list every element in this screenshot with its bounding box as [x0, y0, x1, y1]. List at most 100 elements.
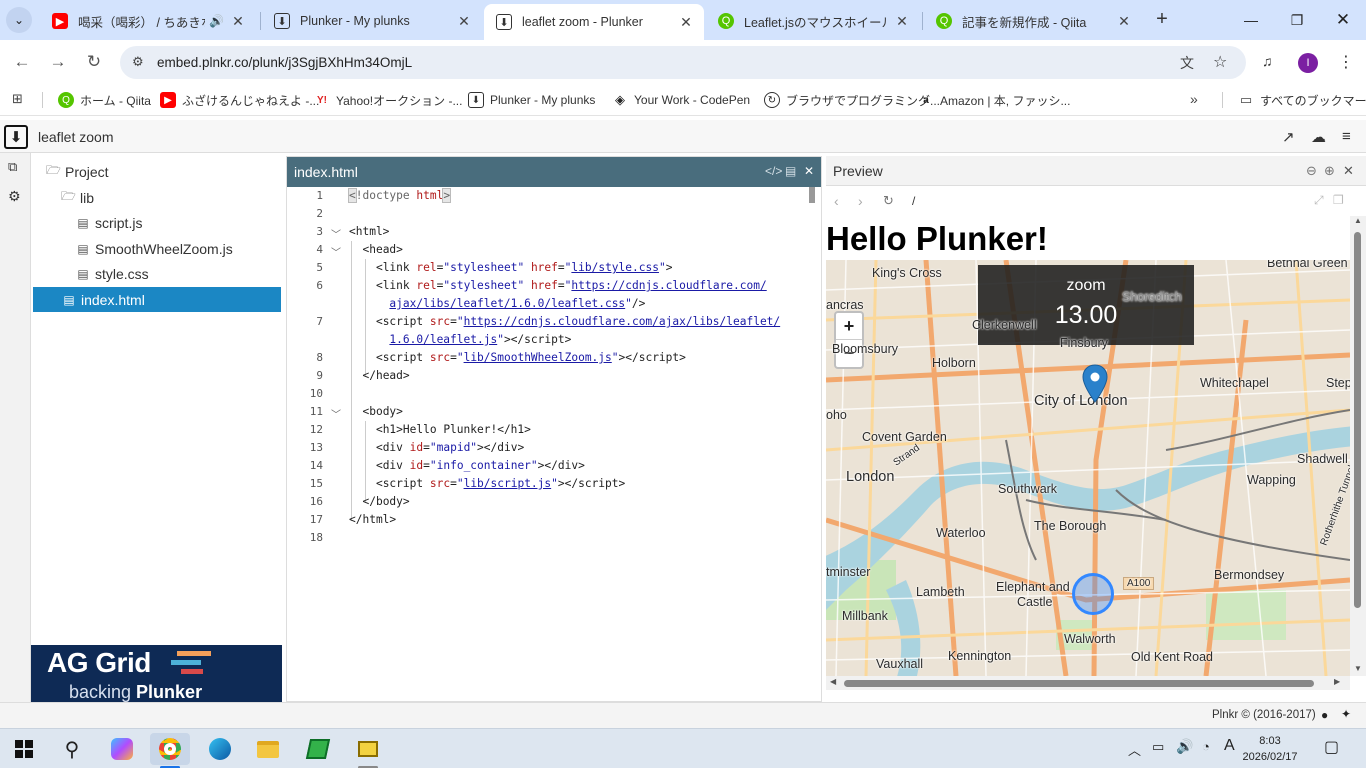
twitter-icon[interactable]: ✦ [1341, 707, 1351, 721]
editor-scrollbar[interactable] [809, 187, 817, 701]
chevron-up-icon[interactable]: ︿ [1128, 740, 1141, 759]
bookmark-yahoo[interactable]: Y! Yahoo!オークション -... [314, 90, 462, 110]
preview-vertical-scrollbar[interactable]: ▲ ▼ [1350, 216, 1366, 676]
tab-my-plunks[interactable]: ⬇ Plunker - My plunks ✕ [262, 6, 482, 36]
scroll-left-icon[interactable]: ◀ [830, 677, 836, 686]
close-window-button[interactable]: ✕ [1320, 0, 1366, 40]
copilot-icon[interactable] [102, 733, 142, 765]
bookmark-youtube[interactable]: ▶ ふざけるんじゃねえよ -... [160, 90, 319, 110]
scroll-down-icon[interactable]: ▼ [1354, 664, 1362, 673]
notebook-app-icon[interactable] [298, 733, 338, 765]
back-button[interactable]: ← [10, 50, 34, 74]
translate-icon[interactable]: 文 [1180, 53, 1194, 73]
tab-qiita-new[interactable]: Q 記事を新規作成 - Qiita ✕ [924, 6, 1142, 36]
preview-path[interactable]: / [912, 194, 915, 208]
expand-icon[interactable]: ⤢ [1314, 193, 1324, 208]
scrollbar-thumb[interactable] [809, 187, 815, 203]
clock[interactable]: 8:03 2026/02/17 [1240, 733, 1300, 765]
reload-button[interactable]: ↻ [82, 50, 106, 74]
ime-indicator-icon[interactable]: A [1224, 737, 1235, 755]
bookmark-paiza[interactable]: ↻ ブラウザでプログラミング... [764, 90, 940, 110]
speaker-icon[interactable]: 🔊 [209, 14, 224, 28]
plunker-logo-icon[interactable]: ⬇ [4, 125, 28, 149]
site-info-icon[interactable]: ⚙ [132, 54, 144, 70]
paint-app-icon[interactable] [348, 733, 388, 765]
code-icon[interactable]: </> [765, 164, 782, 178]
close-icon[interactable]: ✕ [804, 164, 814, 178]
leaflet-map[interactable]: zoom 13.00 + − King's Cross Bethnal Gree… [826, 260, 1350, 676]
chrome-icon[interactable] [150, 733, 190, 765]
book-icon[interactable]: ▤ [785, 164, 796, 178]
zoom-in-button[interactable]: + [836, 313, 862, 340]
forward-icon[interactable]: › [858, 193, 863, 209]
new-tab-button[interactable]: + [1150, 8, 1174, 32]
github-icon[interactable]: ● [1321, 708, 1328, 722]
map-circle[interactable] [1072, 573, 1114, 615]
url-text[interactable]: embed.plnkr.co/plunk/j3SgjBXhHm34OmjL [157, 55, 412, 70]
all-bookmarks[interactable]: ▭ すべてのブックマーク [1238, 90, 1366, 110]
close-icon[interactable]: ✕ [894, 13, 910, 30]
tree-folder-lib[interactable]: 🗁 lib [61, 185, 276, 210]
battery-icon[interactable]: ▭ [1152, 739, 1164, 755]
avatar[interactable]: I [1298, 53, 1318, 73]
code-line: <h1>Hello Plunker!</h1> [375, 423, 531, 436]
preview-horizontal-scrollbar[interactable]: ◀ ▶ [826, 676, 1350, 690]
code-area[interactable]: 1 2 3 4 5 6 7 8 9 10 11 12 13 14 15 16 17 18 ﹀ ﹀ ﹀ <!doct… [287, 187, 821, 701]
tree-folder-project[interactable]: 🗁 Project [46, 159, 276, 184]
open-external-icon[interactable]: ↗ [1282, 128, 1295, 146]
tab-leaflet-zoom[interactable]: ⬇ leaflet zoom - Plunker ✕ [484, 4, 704, 40]
restore-button[interactable]: ❐ [1274, 0, 1320, 40]
volume-icon[interactable]: 🔊 [1176, 738, 1193, 755]
clock-date: 2026/02/17 [1242, 751, 1298, 763]
bookmark-qiita-home[interactable]: Q ホーム - Qiita [58, 90, 151, 110]
more-bookmarks-icon[interactable]: » [1190, 91, 1198, 107]
ag-grid-ad[interactable]: AG Grid backing Plunker [31, 645, 282, 702]
fold-arrow-icon[interactable]: ﹀ [331, 244, 341, 259]
close-icon[interactable]: ✕ [678, 14, 694, 31]
settings-gear-icon[interactable]: ⚙ [8, 188, 21, 205]
scroll-up-icon[interactable]: ▲ [1354, 216, 1362, 225]
menu-icon[interactable]: ⋮ [1338, 52, 1354, 72]
bookmark-plunker[interactable]: ⬇ Plunker - My plunks [468, 90, 595, 110]
minimize-button[interactable]: — [1228, 0, 1274, 40]
star-icon[interactable]: ☆ [1213, 52, 1227, 72]
media-control-icon[interactable]: ♫ [1262, 53, 1273, 69]
file-explorer-icon[interactable] [248, 733, 288, 765]
zoom-in-icon[interactable]: ⊕ [1324, 163, 1335, 179]
tree-file-index-html[interactable]: ▤ index.html [33, 287, 281, 312]
notification-icon[interactable]: ▢ [1324, 737, 1339, 757]
popout-icon[interactable]: ❐ [1333, 193, 1344, 207]
tab-youtube[interactable]: ▶ 喝采（喝彩） / ちあきなお 🔊 ✕ [40, 6, 256, 36]
scrollbar-thumb[interactable] [1354, 232, 1361, 608]
tab-leaflet-qiita[interactable]: Q Leaflet.jsのマウスホイールZoom ✕ [706, 6, 920, 36]
tree-file-script-js[interactable]: ▤ script.js [76, 210, 276, 235]
scroll-right-icon[interactable]: ▶ [1334, 677, 1340, 686]
fold-arrow-icon[interactable]: ﹀ [331, 226, 341, 241]
preview-header: Preview ⊖ ⊕ ✕ [826, 156, 1366, 186]
zoom-out-icon[interactable]: ⊖ [1306, 163, 1317, 179]
hamburger-menu-icon[interactable]: ≡ [1342, 128, 1351, 145]
forward-button[interactable]: → [46, 50, 70, 74]
tab-search-button[interactable]: ⌄ [6, 7, 32, 33]
back-icon[interactable]: ‹ [834, 193, 839, 209]
wifi-icon[interactable]: ◔ [1202, 739, 1210, 754]
edge-icon[interactable] [200, 733, 240, 765]
refresh-icon[interactable]: ↻ [883, 193, 894, 209]
fold-arrow-icon[interactable]: ﹀ [331, 406, 341, 421]
search-icon[interactable]: ⚲ [52, 733, 92, 765]
files-icon[interactable]: ⧉ [8, 159, 17, 175]
cloud-download-icon[interactable]: ☁ [1311, 128, 1326, 146]
bookmark-amazon[interactable]: a Amazon | 本, ファッシ... [918, 90, 1070, 110]
scrollbar-thumb[interactable] [844, 680, 1314, 687]
start-button[interactable] [4, 733, 44, 765]
close-icon[interactable]: ✕ [230, 13, 246, 30]
address-bar[interactable]: ⚙ embed.plnkr.co/plunk/j3SgjBXhHm34OmjL … [120, 46, 1246, 79]
close-icon[interactable]: ✕ [1116, 13, 1132, 30]
tree-file-smoothwheelzoom-js[interactable]: ▤ SmoothWheelZoom.js [76, 236, 276, 261]
map-marker-icon[interactable] [1082, 364, 1108, 404]
tree-file-style-css[interactable]: ▤ style.css [76, 261, 276, 286]
bookmark-codepen[interactable]: ◈ Your Work - CodePen [612, 90, 750, 110]
close-icon[interactable]: ✕ [1343, 163, 1354, 179]
apps-grid-icon[interactable]: ⊞ [12, 91, 23, 107]
close-icon[interactable]: ✕ [456, 13, 472, 30]
